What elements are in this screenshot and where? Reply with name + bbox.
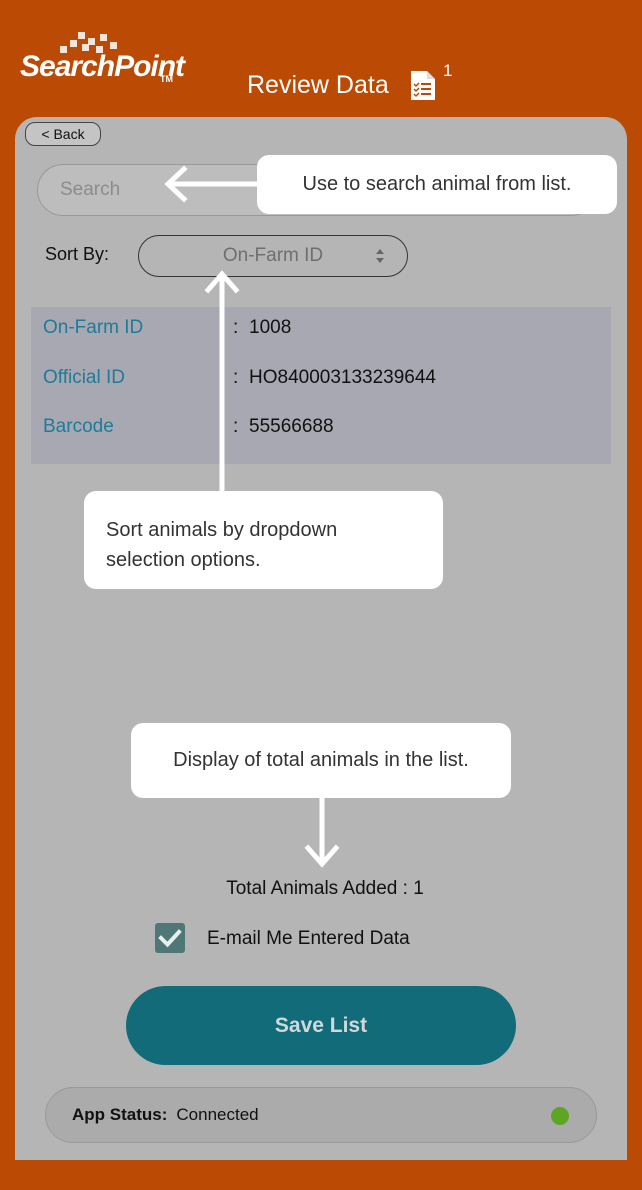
record-value: 55566688 xyxy=(249,416,334,437)
total-animals: Total Animals Added : 1 xyxy=(15,878,635,900)
review-panel: < Back Search Sort By: On-Farm ID On-Far… xyxy=(15,117,627,1160)
tooltip-total: Display of total animals in the list. xyxy=(131,723,511,798)
list-count-badge: 1 xyxy=(443,61,453,80)
total-count: 1 xyxy=(413,878,424,899)
save-list-button[interactable]: Save List xyxy=(126,986,516,1065)
sort-label: Sort By: xyxy=(45,244,110,264)
sort-selected-value: On-Farm ID xyxy=(222,245,324,266)
tooltip-sort: Sort animals by dropdown selection optio… xyxy=(84,491,443,589)
logo-tm: TM xyxy=(160,74,173,84)
record-key: Official ID xyxy=(43,367,126,388)
sort-dropdown[interactable]: On-Farm ID xyxy=(138,235,408,277)
tooltip-search: Use to search animal from list. xyxy=(257,155,617,214)
status-label: App Status: xyxy=(72,1105,168,1124)
document-list-icon[interactable] xyxy=(410,70,436,101)
record-key: On-Farm ID xyxy=(43,317,144,338)
total-label: Total Animals Added : xyxy=(226,878,408,899)
status-indicator-icon xyxy=(551,1107,569,1125)
record-value: HO840003133239644 xyxy=(249,367,437,388)
record-value: 1008 xyxy=(249,317,292,338)
record-key: Barcode xyxy=(43,416,114,437)
animal-record[interactable]: On-Farm ID : 1008 Official ID : HO840003… xyxy=(31,307,611,464)
record-colon: : xyxy=(233,367,239,388)
record-colon: : xyxy=(233,317,239,338)
page-title: Review Data xyxy=(247,71,389,99)
search-placeholder: Search xyxy=(60,179,121,200)
checkmark-icon xyxy=(158,929,182,948)
back-button[interactable]: < Back xyxy=(25,122,101,146)
record-colon: : xyxy=(233,416,239,437)
searchpoint-logo: SearchPoint TM xyxy=(20,28,190,94)
app-status-bar: App Status: Connected xyxy=(45,1087,597,1143)
email-checkbox[interactable] xyxy=(155,923,185,953)
sort-caret-icon xyxy=(376,249,384,263)
email-label: E-mail Me Entered Data xyxy=(207,928,410,949)
status-value: Connected xyxy=(176,1105,259,1124)
